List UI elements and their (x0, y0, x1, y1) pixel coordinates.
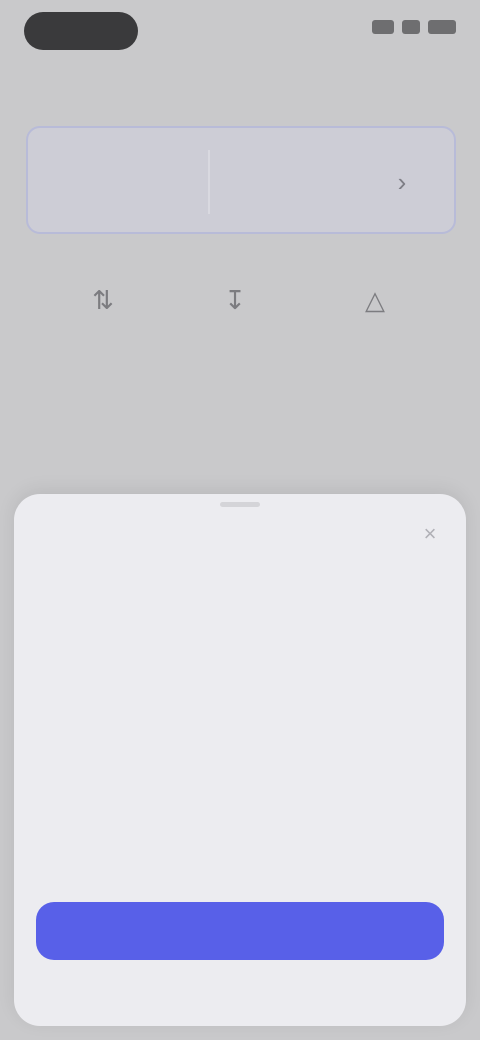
card-divider (208, 150, 210, 214)
chevron-right-icon[interactable]: › (390, 158, 414, 206)
deposit-icon: ↧ (224, 285, 246, 315)
status-bar (0, 0, 480, 60)
status-time (24, 12, 138, 50)
wifi-icon (402, 20, 420, 34)
profile-icon: △ (365, 285, 385, 315)
quick-action-transfer[interactable]: ⇅ (58, 272, 148, 352)
quick-action-profile[interactable]: △ (330, 272, 420, 352)
transfer-icon: ⇅ (92, 285, 114, 315)
close-icon[interactable]: × (416, 520, 444, 548)
battery-icon (428, 20, 456, 34)
sheet-drag-handle[interactable] (220, 502, 260, 507)
status-icons (372, 20, 456, 34)
bottom-sheet: × (14, 494, 466, 1026)
primary-button[interactable] (36, 902, 444, 960)
account-card[interactable]: › (26, 126, 456, 234)
quick-action-deposit[interactable]: ↧ (190, 272, 280, 352)
signal-icon (372, 20, 394, 34)
quick-actions: ⇅ ↧ △ (40, 272, 440, 352)
